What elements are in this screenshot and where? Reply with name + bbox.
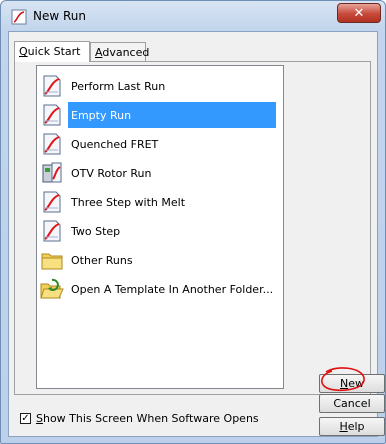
run-template-icon	[43, 133, 61, 155]
tab-quick-start-accel: Q	[19, 45, 28, 58]
list-item-quenched-fret[interactable]: Quenched FRET	[40, 131, 280, 157]
annotation-circle	[321, 367, 365, 392]
show-on-startup-text: how This Screen When Software Opens	[42, 412, 259, 425]
run-template-icon	[43, 220, 61, 242]
list-item-three-step-with-melt[interactable]: Three Step with Melt	[40, 189, 280, 215]
show-on-startup-accel: S	[36, 412, 43, 425]
list-item-otv-rotor-run[interactable]: OTV Rotor Run	[40, 160, 280, 186]
close-button[interactable]: ✕	[337, 3, 381, 23]
list-item-label: Open A Template In Another Folder...	[71, 282, 274, 296]
list-item-label: Quenched FRET	[71, 137, 159, 151]
dialog-client-area: Quick Start Advanced Perform Last Run Em…	[8, 31, 385, 437]
show-on-startup-checkbox[interactable]: ✓	[20, 413, 31, 424]
title-bar[interactable]: New Run ✕	[1, 1, 386, 31]
folder-icon	[41, 253, 63, 270]
list-item-label: Other Runs	[71, 253, 133, 267]
list-item-other-runs[interactable]: Other Runs	[40, 247, 280, 273]
list-item-label: Three Step with Melt	[71, 195, 186, 209]
help-button-accel: H	[339, 420, 348, 433]
run-template-icon	[43, 75, 61, 97]
list-item-two-step[interactable]: Two Step	[40, 218, 280, 244]
list-item-label: Perform Last Run	[71, 79, 166, 93]
list-item-open-template-other-folder[interactable]: Open A Template In Another Folder...	[40, 276, 280, 302]
show-on-startup-label: Show This Screen When Software Opens	[36, 412, 259, 425]
help-button[interactable]: Help	[319, 417, 385, 436]
run-template-icon	[43, 104, 61, 126]
tab-advanced[interactable]: Advanced	[90, 42, 150, 61]
show-on-startup-option[interactable]: ✓ Show This Screen When Software Opens	[20, 412, 259, 425]
rotor-icon	[42, 162, 62, 183]
folder-open-icon	[40, 278, 64, 299]
list-item-perform-last-run[interactable]: Perform Last Run	[40, 73, 280, 99]
help-button-label: elp	[347, 420, 365, 433]
cancel-button[interactable]: Cancel	[319, 394, 385, 413]
close-icon: ✕	[353, 5, 365, 21]
list-item-label: Empty Run	[71, 108, 132, 122]
list-item-empty-run[interactable]: Empty Run	[68, 102, 276, 128]
window-title: New Run	[33, 9, 86, 23]
new-run-window: New Run ✕ Quick Start Advanced Perform L…	[0, 0, 386, 444]
tab-quick-start-label: uick Start	[27, 45, 81, 58]
tab-advanced-label: dvanced	[102, 46, 150, 59]
tab-quick-start[interactable]: Quick Start	[14, 41, 90, 62]
app-icon	[11, 9, 27, 25]
template-list[interactable]: Perform Last Run Empty Run Quenched FRET…	[36, 65, 284, 389]
run-template-icon	[43, 191, 61, 213]
checkmark-icon: ✓	[21, 412, 30, 424]
cancel-button-label: Cancel	[333, 397, 371, 410]
list-item-label: OTV Rotor Run	[71, 166, 152, 180]
list-item-label: Two Step	[71, 224, 121, 238]
quick-start-panel: Perform Last Run Empty Run Quenched FRET…	[14, 61, 385, 436]
